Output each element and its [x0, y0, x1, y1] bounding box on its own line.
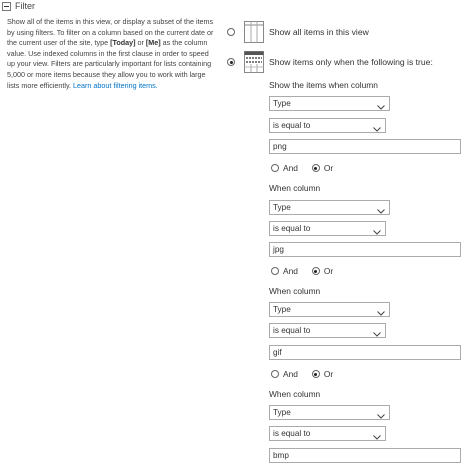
condition-1-value-input[interactable]: png: [269, 139, 461, 154]
show-all-radio[interactable]: [227, 28, 235, 36]
condition-2-or-radio[interactable]: [311, 267, 320, 275]
condition-1-operator-select[interactable]: is equal to: [269, 118, 386, 133]
condition-3-heading: When column: [269, 286, 321, 296]
condition-1-and-radio[interactable]: [271, 164, 279, 172]
chevron-down-icon: [373, 328, 381, 341]
condition-4-heading: When column: [269, 389, 321, 399]
condition-1-connector: And Or: [271, 163, 333, 173]
condition-2-or-label: Or: [323, 266, 334, 276]
condition-1-or-radio[interactable]: [311, 164, 320, 172]
condition-3-value-input[interactable]: gif: [269, 345, 461, 360]
show-filtered-radio[interactable]: [227, 58, 235, 66]
list-view-icon: [244, 21, 264, 43]
condition-1-heading: Show the items when column: [269, 80, 378, 90]
condition-2-connector: And Or: [271, 266, 333, 276]
section-title: Filter: [15, 1, 35, 11]
description-text-2: or: [135, 38, 146, 48]
chevron-down-icon: [377, 101, 385, 114]
filter-settings-page: Filter Show all of the items in this vie…: [0, 0, 474, 473]
chevron-down-icon: [377, 410, 385, 423]
show-filtered-option[interactable]: Show items only when the following is tr…: [227, 51, 433, 73]
show-filtered-label: Show items only when the following is tr…: [269, 57, 433, 67]
condition-3-column-value: Type: [273, 305, 291, 314]
condition-4-column-select[interactable]: Type: [269, 405, 390, 420]
condition-2-value-input[interactable]: jpg: [269, 242, 461, 257]
condition-3-operator-value: is equal to: [273, 326, 311, 335]
condition-1-operator-value: is equal to: [273, 121, 311, 130]
condition-2-column-select[interactable]: Type: [269, 200, 390, 215]
condition-3-or-label: Or: [323, 369, 334, 379]
collapse-minus-icon[interactable]: [2, 1, 11, 11]
condition-4-value-input[interactable]: bmp: [269, 448, 461, 463]
chevron-down-icon: [377, 307, 385, 320]
condition-3-connector: And Or: [271, 369, 333, 379]
condition-3-column-select[interactable]: Type: [269, 302, 390, 317]
condition-2-and-radio[interactable]: [271, 267, 279, 275]
filter-section-header[interactable]: Filter: [2, 1, 35, 11]
condition-2-value-text: jpg: [273, 245, 284, 254]
condition-1-value-text: png: [273, 142, 287, 151]
condition-1-column-value: Type: [273, 99, 291, 108]
condition-4-column-value: Type: [273, 408, 291, 417]
condition-1-and-label: And: [283, 163, 298, 173]
filter-description: Show all of the items in this view, or d…: [7, 17, 217, 91]
show-all-label: Show all items in this view: [269, 27, 369, 37]
learn-about-filtering-link[interactable]: Learn about filtering items.: [73, 81, 158, 90]
condition-2-column-value: Type: [273, 203, 291, 212]
filtered-list-icon: [244, 51, 264, 73]
condition-2-operator-select[interactable]: is equal to: [269, 221, 386, 236]
me-token: [Me]: [145, 38, 161, 48]
condition-3-and-label: And: [283, 369, 298, 379]
condition-1-or-label: Or: [323, 163, 334, 173]
condition-4-operator-value: is equal to: [273, 429, 311, 438]
condition-3-operator-select[interactable]: is equal to: [269, 323, 386, 338]
chevron-down-icon: [373, 226, 381, 239]
show-all-option[interactable]: Show all items in this view: [227, 21, 369, 43]
condition-4-operator-select[interactable]: is equal to: [269, 426, 386, 441]
condition-4-value-text: bmp: [273, 451, 289, 460]
condition-3-value-text: gif: [273, 348, 282, 357]
condition-2-and-label: And: [283, 266, 298, 276]
condition-1-column-select[interactable]: Type: [269, 96, 390, 111]
condition-3-and-radio[interactable]: [271, 370, 279, 378]
condition-3-or-radio[interactable]: [311, 370, 320, 378]
condition-2-operator-value: is equal to: [273, 224, 311, 233]
chevron-down-icon: [377, 205, 385, 218]
chevron-down-icon: [373, 123, 381, 136]
condition-2-heading: When column: [269, 183, 321, 193]
chevron-down-icon: [373, 431, 381, 444]
today-token: [Today]: [110, 38, 136, 48]
